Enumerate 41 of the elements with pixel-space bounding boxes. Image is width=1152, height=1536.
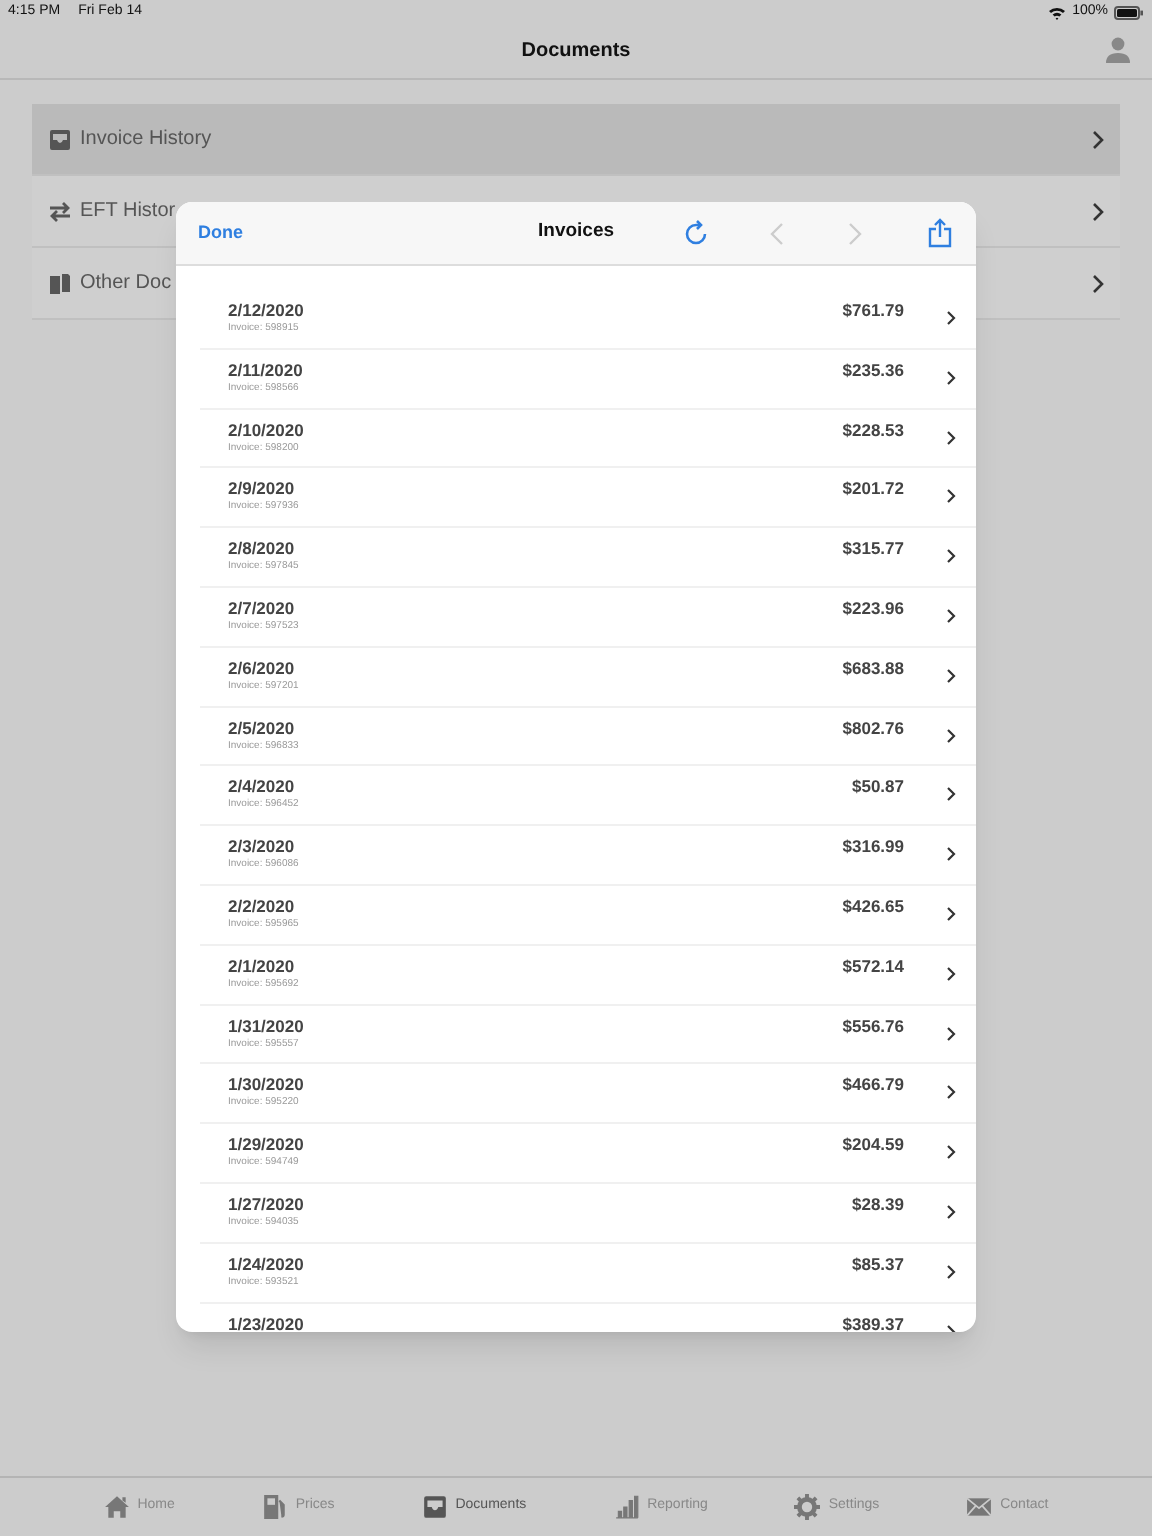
invoice-amount: $315.77 — [842, 538, 904, 559]
invoice-amount: $572.14 — [842, 955, 904, 976]
invoice-date: 1/29/2020 — [228, 1134, 304, 1155]
invoice-date: 2/11/2020 — [228, 359, 303, 380]
invoice-date: 2/10/2020 — [228, 419, 304, 440]
invoice-date: 2/7/2020 — [228, 597, 297, 618]
invoice-date: 2/5/2020 — [228, 717, 297, 738]
invoice-amount: $389.37 — [842, 1313, 904, 1332]
invoice-date: 2/9/2020 — [228, 478, 297, 499]
invoice-amount: $28.39 — [852, 1193, 904, 1214]
invoice-amount: $761.79 — [842, 300, 904, 320]
invoice-date: 1/30/2020 — [228, 1074, 304, 1095]
invoice-date: 1/31/2020 — [228, 1015, 304, 1036]
invoice-date: 1/23/2020 — [228, 1313, 304, 1332]
menu-label: EFT Histor — [80, 198, 176, 226]
invoice-amount: $683.88 — [842, 657, 904, 678]
invoice-amount: $228.53 — [842, 419, 904, 440]
modal-title: Invoices — [538, 218, 615, 247]
nav-title: Documents — [521, 38, 631, 66]
invoice-amount: $802.76 — [842, 717, 904, 738]
invoice-date: 1/27/2020 — [228, 1193, 304, 1214]
invoice-amount: $50.87 — [852, 776, 904, 797]
invoice-amount: $466.79 — [842, 1074, 904, 1095]
invoice-date: 2/6/2020 — [228, 657, 297, 678]
invoice-date: 2/1/2020 — [228, 955, 297, 976]
invoice-date: 2/8/2020 — [228, 538, 297, 559]
invoice-amount: $235.36 — [842, 359, 904, 380]
menu-label: Other Doc — [80, 270, 172, 298]
invoice-amount: $556.76 — [842, 1015, 904, 1036]
invoice-date: 2/4/2020 — [228, 776, 297, 797]
invoice-date: 2/3/2020 — [228, 836, 297, 857]
invoice-amount: $201.72 — [842, 478, 904, 499]
invoice-amount: $426.65 — [842, 895, 904, 916]
invoice-amount: $316.99 — [842, 836, 904, 857]
invoice-date: 1/24/2020 — [228, 1253, 304, 1274]
invoice-date: 2/12/2020 — [228, 300, 304, 320]
invoice-amount: $204.59 — [842, 1134, 904, 1155]
invoice-amount: $223.96 — [842, 597, 904, 618]
menu-label: Invoice History — [80, 126, 212, 154]
invoice-amount: $85.37 — [852, 1253, 904, 1274]
invoice-date: 2/2/2020 — [228, 895, 297, 916]
